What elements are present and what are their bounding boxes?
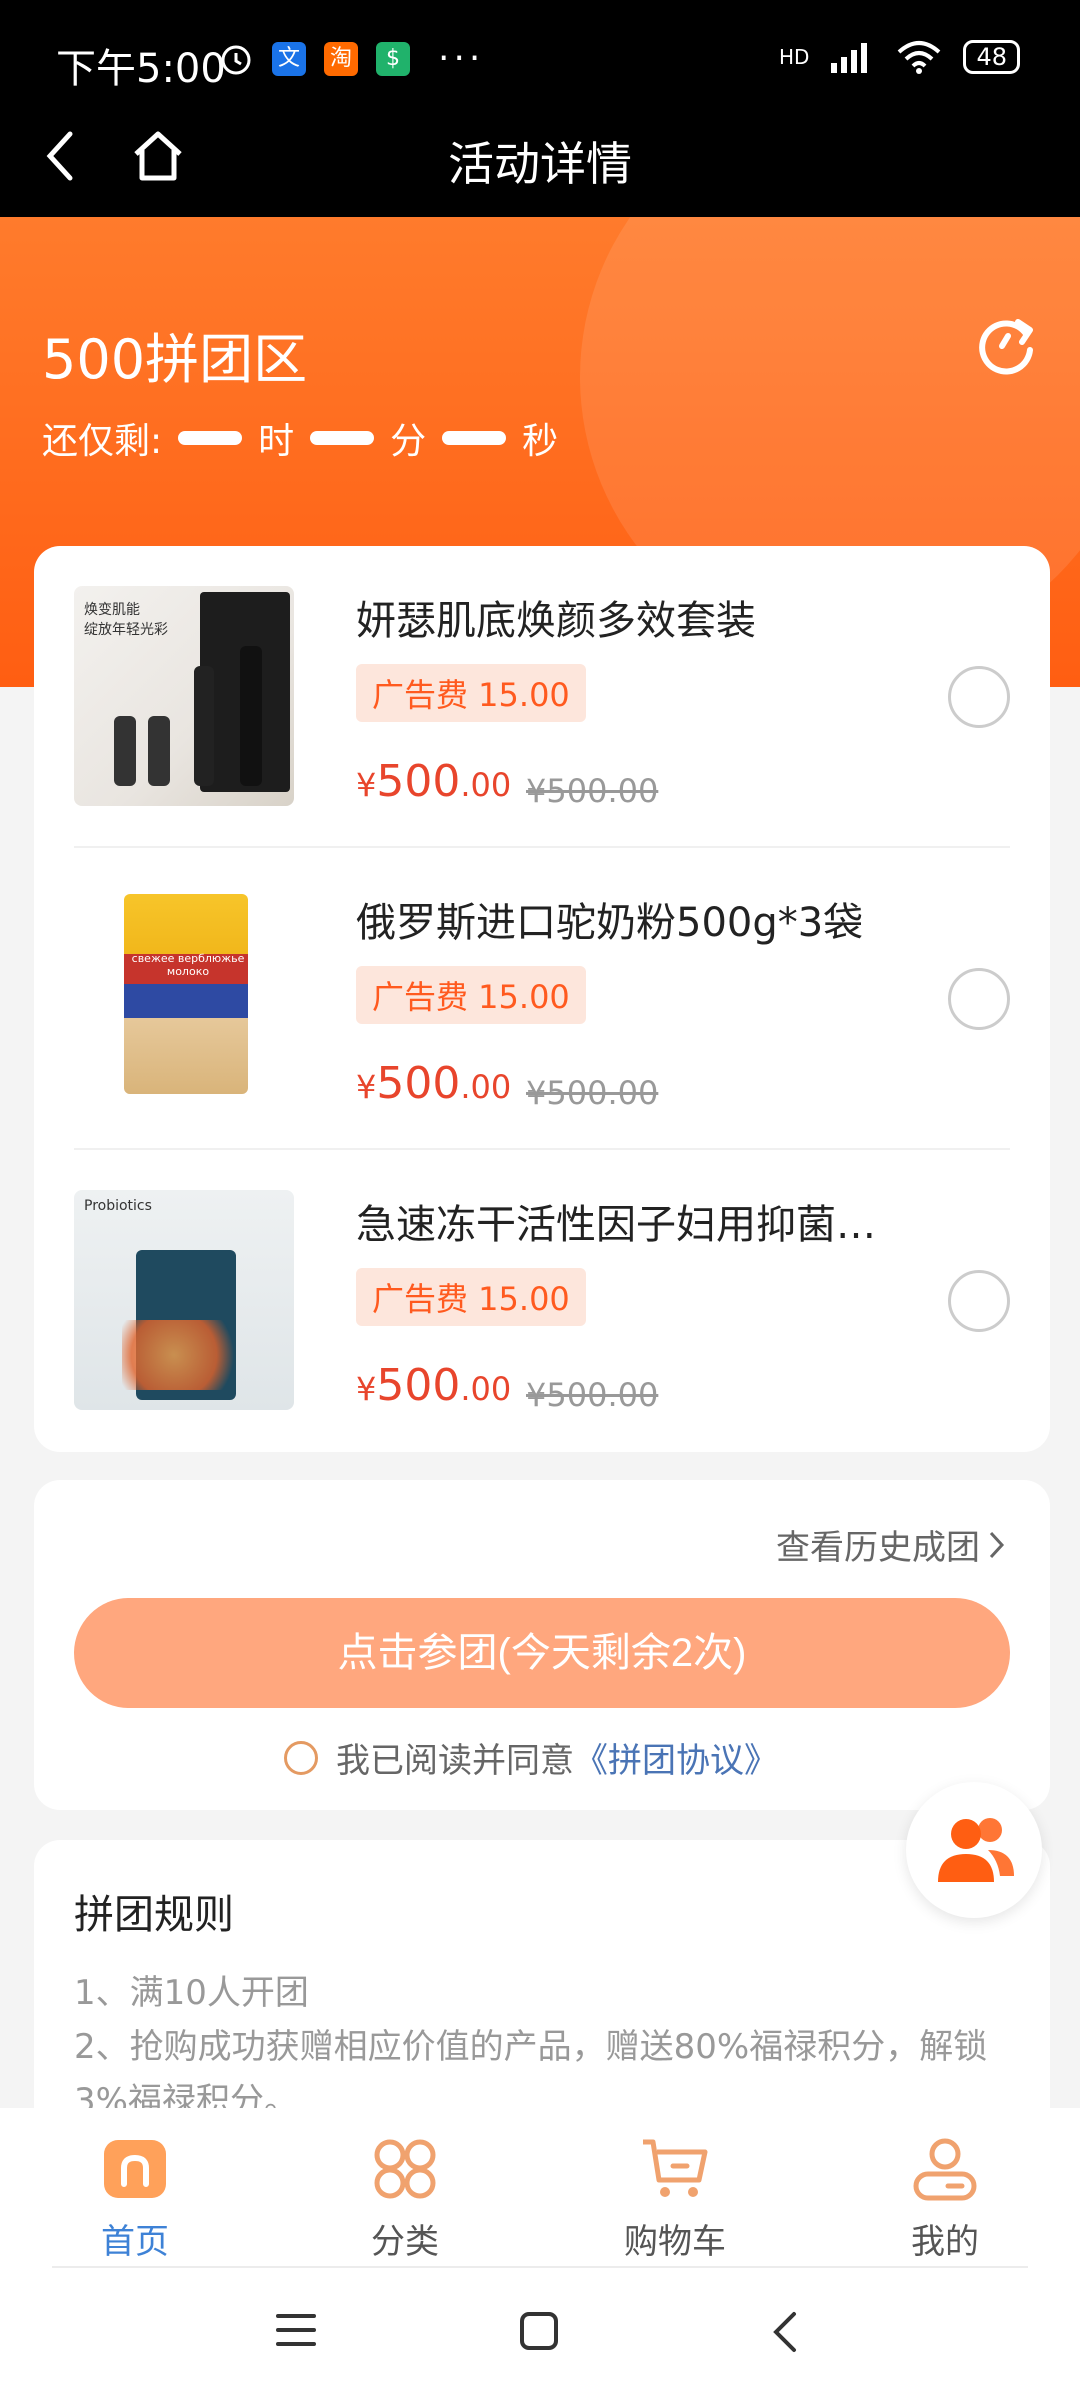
translate-app-icon: 文 [272,41,306,76]
product-item[interactable]: 焕变肌能 绽放年轻光彩 妍瑟肌底焕颜多效套装 广告费 15.00 ¥500.00… [74,546,1010,846]
select-radio[interactable] [948,968,1010,1030]
taobao-app-icon: 淘 [324,41,358,76]
home-square-icon[interactable] [518,2310,560,2352]
green-app-icon: $ [376,41,410,76]
system-navigation-bar [0,2270,1080,2400]
tab-label: 我的 [911,2222,979,2262]
product-price: ¥500.00 [356,1058,511,1109]
product-price: ¥500.00 [356,1360,511,1411]
product-item[interactable]: свежее верблюжье молоко 俄罗斯进口驼奶粉500g*3袋 … [74,848,1010,1148]
minute-unit: 分 [390,421,427,462]
decorative-fish [122,1320,252,1390]
tab-profile[interactable]: 我的 [845,2136,1045,2263]
cart-icon [643,2139,708,2197]
home-icon [104,2140,166,2198]
tab-category[interactable]: 分类 [305,2136,505,2263]
join-group-card: 查看历史成团 点击参团(今天剩余2次) 我已阅读并同意 《拼团协议》 [34,1480,1050,1810]
more-notifications-icon: ··· [438,38,485,79]
agreement-link[interactable]: 《拼团协议》 [574,1733,778,1782]
agree-text: 我已阅读并同意 [336,1741,574,1781]
product-name: 妍瑟肌底焕颜多效套装 [356,598,756,644]
alarm-icon [221,45,251,74]
wifi-icon [898,41,941,74]
chevron-right-icon [989,1531,1005,1558]
price-integer: 500 [376,1360,461,1411]
zone-title: 500拼团区 [42,328,308,391]
price-decimal: .00 [460,1068,512,1106]
product-price: ¥500.00 [356,756,511,807]
category-icon [374,2139,436,2199]
select-radio[interactable] [948,666,1010,728]
countdown-label: 还仅剩: [42,421,163,462]
refresh-icon[interactable] [974,312,1040,378]
product-thumbnail: свежее верблюжье молоко [74,888,294,1108]
status-right: HD 48 [779,40,1020,74]
milk-package [124,894,248,1094]
bottle [148,716,170,786]
rules-title: 拼团规则 [74,1892,234,1938]
select-radio[interactable] [948,1270,1010,1332]
original-price: ¥500.00 [526,772,659,810]
ad-fee-badge: 广告费 15.00 [356,966,586,1024]
menu-icon[interactable] [274,2310,318,2350]
currency-symbol: ¥ [356,1370,377,1408]
status-app-icons: 文 淘 $ ··· [218,38,484,79]
hour-unit: 时 [258,421,295,462]
price-decimal: .00 [460,766,512,804]
status-time: 下午5:00 [56,46,226,92]
currency-symbol: ¥ [356,766,377,804]
rules-text: 1、满10人开团 2、抢购成功获赠相应价值的产品，赠送80%福禄积分，解锁3%福… [74,1966,1024,2128]
agreement-row: 我已阅读并同意 《拼团协议》 [284,1733,778,1782]
rule-line: 1、满10人开团 [74,1973,309,2013]
product-thumbnail: 焕变肌能 绽放年轻光彩 [74,586,294,806]
battery-indicator: 48 [963,40,1020,74]
countdown: 还仅剩: 时 分 秒 [42,412,558,464]
product-name: 急速冻干活性因子妇用抑菌… [356,1202,876,1248]
countdown-seconds [442,431,507,445]
signal-icon [831,43,868,73]
bottom-tab-bar: 首页 分类 购物车 我的 [0,2108,1080,2270]
countdown-minutes [310,431,375,445]
back-icon[interactable] [770,2310,800,2354]
countdown-hours [178,431,243,445]
thumbnail-caption: свежее верблюжье молоко [131,952,245,978]
original-price: ¥500.00 [526,1074,659,1112]
tab-home[interactable]: 首页 [35,2136,235,2263]
tab-label: 购物车 [624,2222,726,2262]
ad-fee-badge: 广告费 15.00 [356,664,586,722]
product-list-card: 焕变肌能 绽放年轻光彩 妍瑟肌底焕颜多效套装 广告费 15.00 ¥500.00… [34,546,1050,1452]
product-name: 俄罗斯进口驼奶粉500g*3袋 [356,900,864,946]
group-members-button[interactable] [906,1782,1042,1918]
product-thumbnail: Probiotics [74,1190,294,1410]
agree-checkbox[interactable] [284,1740,318,1775]
product-item[interactable]: Probiotics 急速冻干活性因子妇用抑菌… 广告费 15.00 ¥500.… [74,1150,1010,1450]
group-users-icon [938,1818,1014,1882]
second-unit: 秒 [522,421,559,462]
history-groups-link[interactable]: 查看历史成团 [776,1520,1006,1569]
title-bar: 活动详情 [0,100,1080,217]
join-group-button[interactable]: 点击参团(今天剩余2次) [74,1598,1010,1708]
bottle [194,666,214,786]
currency-symbol: ¥ [356,1068,377,1106]
profile-icon [913,2138,977,2201]
bottle [114,716,136,786]
thumbnail-caption: Probiotics [84,1198,152,1214]
network-label: HD [779,45,810,69]
original-price: ¥500.00 [526,1376,659,1414]
divider [52,2266,1028,2268]
bottle [240,646,262,786]
history-link-label: 查看历史成团 [776,1528,980,1568]
ad-fee-badge: 广告费 15.00 [356,1268,586,1326]
page-title: 活动详情 [448,137,632,191]
thumbnail-caption: 焕变肌能 绽放年轻光彩 [84,602,168,638]
price-decimal: .00 [460,1370,512,1408]
tab-label: 分类 [371,2222,439,2262]
tab-cart[interactable]: 购物车 [575,2136,775,2263]
price-integer: 500 [376,756,461,807]
tab-label: 首页 [101,2222,169,2262]
price-integer: 500 [376,1058,461,1109]
